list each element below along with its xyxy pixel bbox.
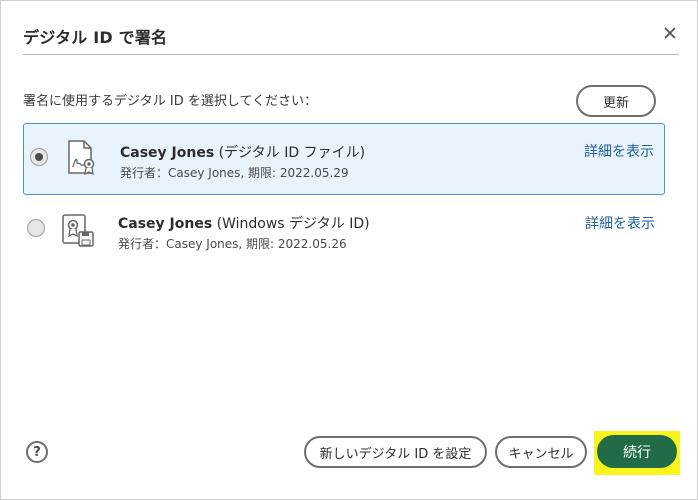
id-name: Casey Jones (デジタル ID ファイル) (120, 142, 365, 162)
id-issuer-expiry: 発行者：Casey Jones, 期限: 2022.05.26 (118, 237, 347, 251)
select-id-prompt: 署名に使用するデジタル ID を選択してください： (23, 94, 318, 109)
cancel-button[interactable]: キャンセル (495, 436, 587, 468)
view-details-link[interactable]: 詳細を表示 (584, 141, 654, 161)
id-radio-unselected[interactable] (27, 219, 45, 237)
dialog-title: デジタル ID で署名 (23, 28, 168, 47)
refresh-button[interactable]: 更新 (576, 85, 656, 117)
id-owner: Casey Jones (118, 216, 213, 232)
help-icon[interactable]: ? (26, 441, 48, 463)
configure-new-id-button[interactable]: 新しいデジタル ID を設定 (304, 436, 487, 468)
digital-id-row[interactable]: Casey Jones (デジタル ID ファイル) 発行者：Casey Jon… (23, 123, 665, 195)
digital-id-row[interactable]: Casey Jones (Windows デジタル ID) 発行者：Casey … (23, 193, 665, 265)
certificate-file-icon (66, 140, 98, 176)
windows-cert-store-icon (61, 212, 94, 248)
continue-highlight: 続行 (594, 431, 680, 475)
sign-with-digital-id-dialog: デジタル ID で署名 署名に使用するデジタル ID を選択してください： 更新… (0, 0, 698, 500)
close-icon[interactable] (659, 22, 681, 44)
continue-button[interactable]: 続行 (597, 435, 677, 468)
id-radio-selected[interactable] (30, 148, 48, 166)
id-issuer-expiry: 発行者：Casey Jones, 期限: 2022.05.29 (120, 166, 349, 180)
view-details-link[interactable]: 詳細を表示 (585, 213, 655, 233)
title-divider (23, 54, 679, 55)
id-type: (Windows デジタル ID) (216, 216, 370, 232)
id-type: (デジタル ID ファイル) (218, 145, 366, 161)
id-name: Casey Jones (Windows デジタル ID) (118, 213, 370, 233)
radio-dot (35, 153, 43, 161)
id-owner: Casey Jones (120, 145, 215, 161)
